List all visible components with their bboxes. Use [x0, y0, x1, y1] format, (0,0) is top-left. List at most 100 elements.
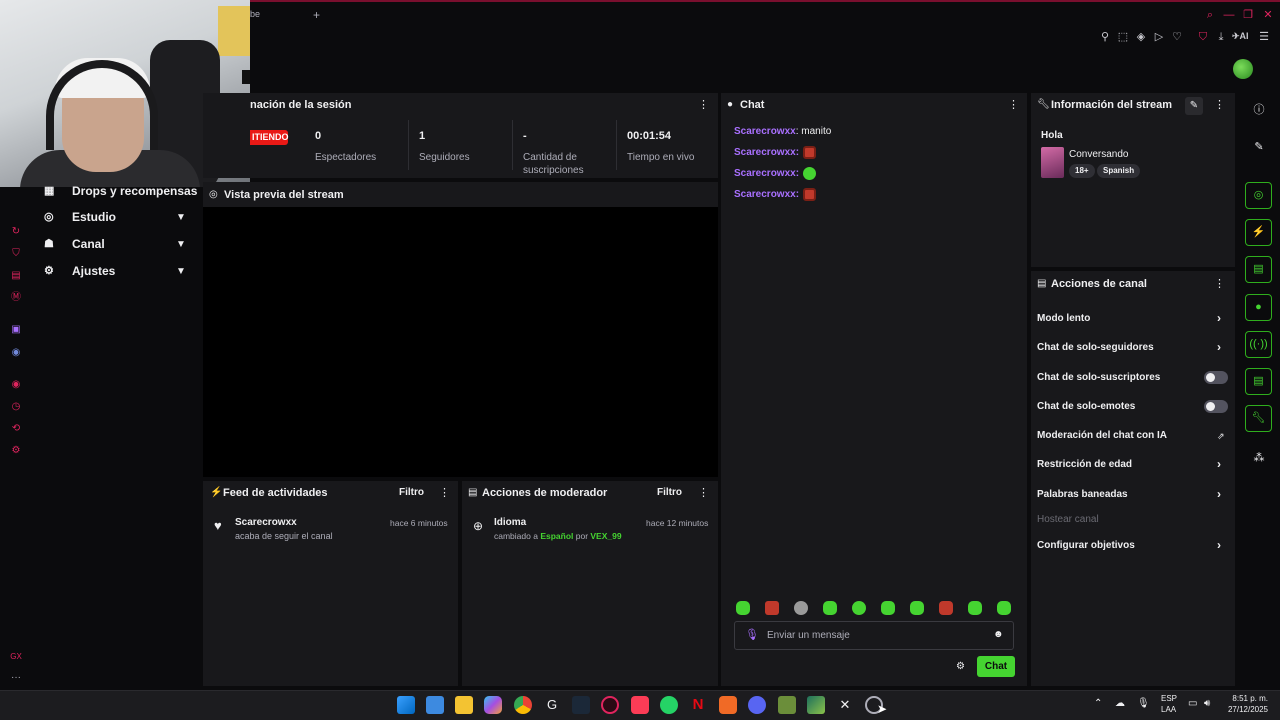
- chevron-down-icon[interactable]: ▼: [176, 239, 188, 251]
- rail-bag-icon[interactable]: ⛉: [10, 248, 22, 260]
- mod-filter-button[interactable]: Filtro: [657, 487, 682, 498]
- emote-icon[interactable]: [794, 601, 808, 615]
- action-banned-words[interactable]: Palabras baneadas: [1037, 489, 1128, 500]
- discord-taskbar-icon[interactable]: [748, 696, 766, 714]
- emote-icon[interactable]: [997, 601, 1011, 615]
- whatsapp-icon[interactable]: [660, 696, 678, 714]
- music-icon[interactable]: [631, 696, 649, 714]
- nav-item-drops[interactable]: ▦ Drops y recompensas: [44, 182, 197, 200]
- lang-bottom[interactable]: LAA: [1161, 705, 1176, 714]
- browser-tab-label[interactable]: be: [250, 9, 260, 19]
- twitch-icon[interactable]: ▣: [10, 324, 22, 336]
- kebab-menu-icon[interactable]: ⋮: [1214, 278, 1225, 290]
- emote-icon[interactable]: [939, 601, 953, 615]
- extensions-icon[interactable]: ⁂: [1252, 451, 1266, 465]
- kebab-menu-icon[interactable]: ⋮: [439, 487, 450, 499]
- emote-icon[interactable]: [736, 601, 750, 615]
- cloud-icon[interactable]: ☁: [1115, 698, 1125, 709]
- tag-badge[interactable]: 18+: [1069, 164, 1095, 178]
- minecraft-icon[interactable]: [778, 696, 796, 714]
- nav-item-canal[interactable]: ☗ Canal: [44, 235, 105, 253]
- shield-icon[interactable]: ◈: [1134, 30, 1148, 44]
- discord-icon[interactable]: ◉: [10, 347, 22, 359]
- rail-m-icon[interactable]: Ⓜ: [10, 292, 22, 304]
- nav-item-estudio[interactable]: ◎ Estudio: [44, 208, 116, 226]
- info-icon[interactable]: ⓘ: [1252, 103, 1266, 117]
- download-icon[interactable]: ⤓: [1214, 30, 1228, 44]
- crop-icon[interactable]: ⬚: [1116, 30, 1130, 44]
- chrome-icon[interactable]: [514, 696, 532, 714]
- chevron-right-icon[interactable]: ›: [1217, 311, 1221, 325]
- chat-input-placeholder[interactable]: Enviar un mensaje: [767, 630, 850, 641]
- chat-settings-icon[interactable]: ⚙: [956, 661, 965, 672]
- action-configure-goals[interactable]: Configurar objetivos: [1037, 540, 1135, 551]
- maximize-icon[interactable]: ❐: [1241, 8, 1255, 22]
- rail-settings-icon[interactable]: ⚙: [10, 445, 22, 457]
- kebab-menu-icon[interactable]: ⋮: [1008, 99, 1019, 111]
- action-followers-only[interactable]: Chat de solo-seguidores: [1037, 342, 1154, 353]
- heart-icon[interactable]: ♡: [1170, 30, 1184, 44]
- new-tab-button[interactable]: +: [313, 8, 320, 22]
- netflix-icon[interactable]: N: [689, 696, 707, 714]
- rail-history-icon[interactable]: ◷: [10, 401, 22, 413]
- lang-top[interactable]: ESP: [1161, 694, 1177, 703]
- microphone-icon[interactable]: 🎙︎: [745, 628, 759, 641]
- emote-icon[interactable]: [765, 601, 779, 615]
- chevron-down-icon[interactable]: ▼: [176, 266, 188, 278]
- menu-icon[interactable]: ☰: [1257, 30, 1271, 44]
- bag-icon[interactable]: ⛉: [1196, 30, 1210, 44]
- angry-emote-icon[interactable]: [803, 146, 817, 159]
- rail-more-icon[interactable]: ···: [10, 672, 22, 684]
- chevron-right-icon[interactable]: ›: [1217, 340, 1221, 354]
- action-age-restriction[interactable]: Restricción de edad: [1037, 459, 1132, 470]
- rail-gx-icon[interactable]: GX: [10, 651, 22, 663]
- chevron-right-icon[interactable]: ›: [1217, 457, 1221, 471]
- action-slow-mode[interactable]: Modo lento: [1037, 313, 1090, 324]
- quick-action-wrench-icon[interactable]: 🔧︎: [1245, 405, 1272, 432]
- steam-icon[interactable]: [572, 696, 590, 714]
- quick-action-bolt-icon[interactable]: ⚡: [1245, 219, 1272, 246]
- mic-tray-icon[interactable]: 🎙︎: [1137, 698, 1150, 709]
- volume-icon[interactable]: 🔊︎: [1204, 698, 1210, 709]
- clock-time[interactable]: 8:51 p. m.: [1226, 694, 1268, 703]
- quick-action-clipboard-icon[interactable]: ▤: [1245, 256, 1272, 283]
- clock-date[interactable]: 27/12/2025: [1222, 705, 1268, 714]
- opera-gx-icon[interactable]: [601, 696, 619, 714]
- pin-icon[interactable]: ⚲: [1098, 30, 1112, 44]
- quick-action-actions-icon[interactable]: ▤: [1245, 368, 1272, 395]
- app-green-icon[interactable]: [807, 696, 825, 714]
- kebab-menu-icon[interactable]: ⋮: [1214, 99, 1225, 111]
- feed-filter-button[interactable]: Filtro: [399, 487, 424, 498]
- store-icon[interactable]: [426, 696, 444, 714]
- quick-action-studio-icon[interactable]: ◎: [1245, 182, 1272, 209]
- emote-icon[interactable]: [968, 601, 982, 615]
- chat-username[interactable]: Scarecrowxx: [734, 147, 796, 158]
- emote-icon[interactable]: [852, 601, 866, 615]
- green-emote-icon[interactable]: [803, 167, 817, 180]
- chat-username[interactable]: Scarecrowxx: [734, 126, 796, 137]
- external-link-icon[interactable]: ⇗: [1217, 431, 1225, 442]
- emote-icon[interactable]: [823, 601, 837, 615]
- chevron-down-icon[interactable]: ▼: [176, 212, 188, 224]
- tag-badge[interactable]: Spanish: [1097, 164, 1141, 178]
- search-icon[interactable]: ⌕: [1203, 8, 1217, 22]
- file-explorer-icon[interactable]: [455, 696, 473, 714]
- pencil-icon[interactable]: ✎: [1252, 140, 1266, 154]
- copilot-icon[interactable]: [484, 696, 502, 714]
- app-x-icon[interactable]: ✕: [836, 696, 854, 714]
- chevron-right-icon[interactable]: ›: [1217, 538, 1221, 552]
- chat-username[interactable]: Scarecrowxx: [734, 189, 796, 200]
- tray-chevron-icon[interactable]: ⌃: [1094, 698, 1102, 709]
- minimize-icon[interactable]: —: [1222, 8, 1236, 22]
- action-ai-moderation[interactable]: Moderación del chat con IA: [1037, 430, 1167, 441]
- ai-button[interactable]: ✈AI: [1232, 31, 1249, 42]
- chat-send-button[interactable]: Chat: [977, 656, 1015, 677]
- close-icon[interactable]: ✕: [1261, 8, 1275, 22]
- emote-only-toggle[interactable]: [1204, 400, 1228, 413]
- quick-action-chat-icon[interactable]: ●: [1245, 294, 1272, 321]
- edit-icon[interactable]: ✎: [1185, 97, 1203, 115]
- quick-action-broadcast-icon[interactable]: ((·)): [1245, 331, 1272, 358]
- kebab-menu-icon[interactable]: ⋮: [698, 99, 709, 111]
- rail-loop-icon[interactable]: ⟲: [10, 423, 22, 435]
- rail-play-icon[interactable]: ◉: [10, 379, 22, 391]
